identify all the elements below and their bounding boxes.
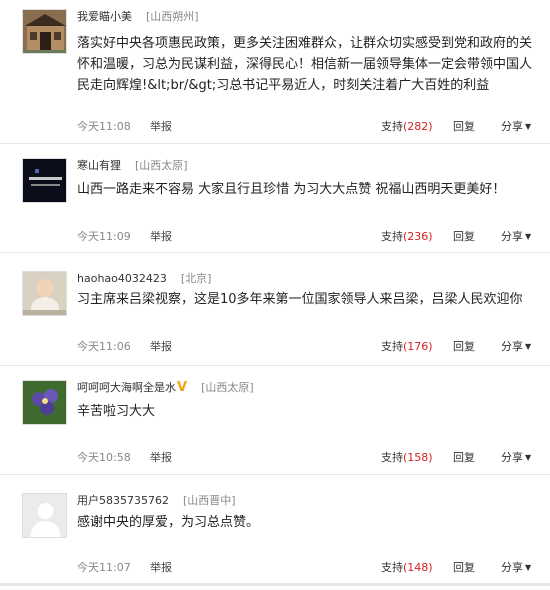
user-location: [山西太原]: [135, 159, 188, 172]
comment-time: 今天11:08: [77, 120, 131, 133]
comment-time: 今天11:09: [77, 230, 131, 243]
support-count: (176): [403, 340, 433, 353]
username-link[interactable]: 用户5835735762: [77, 494, 169, 507]
report-link[interactable]: 举报: [150, 450, 172, 466]
comment-item: haohao4032423 [北京] 习主席来吕梁视察，这是10多年来第一位国家领…: [0, 262, 550, 366]
share-button[interactable]: 分享 ▼: [501, 119, 531, 135]
comment-footer: 今天11:09 举报 支持(236) 回复 分享 ▼: [77, 229, 534, 245]
report-link[interactable]: 举报: [150, 119, 172, 135]
support-count: (236): [403, 230, 433, 243]
user-location: [北京]: [180, 272, 212, 285]
reply-button[interactable]: 回复: [453, 450, 475, 466]
comment-footer: 今天10:58 举报 支持(158) 回复 分享 ▼: [77, 450, 534, 466]
support-count: (158): [403, 451, 433, 464]
share-label: 分享: [501, 561, 523, 574]
support-button[interactable]: 支持(158): [381, 450, 433, 466]
report-link[interactable]: 举报: [150, 339, 172, 355]
chevron-down-icon: ▼: [525, 342, 532, 351]
flower-photo-avatar[interactable]: [22, 380, 67, 425]
house-photo-avatar[interactable]: [22, 9, 67, 54]
comment-header: 寒山有狸 [山西太原]: [77, 159, 188, 173]
comment-footer: 今天11:06 举报 支持(176) 回复 分享 ▼: [77, 339, 534, 355]
report-link[interactable]: 举报: [150, 560, 172, 576]
share-label: 分享: [501, 451, 523, 464]
verified-badge-icon: V: [177, 380, 188, 395]
reply-button[interactable]: 回复: [453, 339, 475, 355]
user-location: [山西朔州]: [146, 10, 199, 23]
comment-footer: 今天11:08 举报 支持(282) 回复 分享 ▼: [77, 119, 534, 135]
share-button[interactable]: 分享 ▼: [501, 560, 531, 576]
comment-footer: 今天11:07 举报 支持(148) 回复 分享 ▼: [77, 560, 534, 576]
reply-button[interactable]: 回复: [453, 119, 475, 135]
comment-item: 寒山有狸 [山西太原] 山西一路走来不容易 大家且行且珍惜 为习大大点赞 祝福山西…: [0, 149, 550, 253]
comment-header: 用户5835735762 [山西晋中]: [77, 494, 236, 508]
comment-time: 今天10:58: [77, 451, 131, 464]
comment-item: 用户5835735762 [山西晋中] 感谢中央的厚爱，为习总点赞。 今天11:0…: [0, 484, 550, 586]
share-label: 分享: [501, 340, 523, 353]
comment-text: 习主席来吕梁视察，这是10多年来第一位国家领导人来吕梁，吕梁人民欢迎你: [77, 292, 523, 307]
username-link[interactable]: 我爱瞄小美: [77, 10, 132, 23]
support-label: 支持: [381, 561, 403, 574]
chevron-down-icon: ▼: [525, 122, 532, 131]
default-user-avatar[interactable]: [22, 493, 67, 538]
share-button[interactable]: 分享 ▼: [501, 229, 531, 245]
report-link[interactable]: 举报: [150, 229, 172, 245]
username-link[interactable]: haohao4032423: [77, 272, 167, 285]
username-link[interactable]: 寒山有狸: [77, 159, 121, 172]
comment-header: 呵呵呵大海啊全是水V [山西太原]: [77, 381, 254, 395]
support-button[interactable]: 支持(236): [381, 229, 433, 245]
comment-text: 辛苦啦习大大: [77, 404, 156, 419]
comment-item: 呵呵呵大海啊全是水V [山西太原] 辛苦啦习大大 今天10:58 举报 支持(15…: [0, 371, 550, 475]
baby-photo-avatar[interactable]: [22, 271, 67, 316]
comment-time: 今天11:06: [77, 340, 131, 353]
comment-text: 感谢中央的厚爱，为习总点赞。: [77, 515, 260, 530]
support-button[interactable]: 支持(176): [381, 339, 433, 355]
comment-time: 今天11:07: [77, 561, 131, 574]
dark-text-avatar[interactable]: [22, 158, 67, 203]
support-label: 支持: [381, 340, 403, 353]
comment-text: 落实好中央各项惠民政策，更多关注困难群众，让群众切实感受到党和政府的关怀和温暖，…: [77, 36, 533, 93]
chevron-down-icon: ▼: [525, 563, 532, 572]
chevron-down-icon: ▼: [525, 453, 532, 462]
support-count: (148): [403, 561, 433, 574]
username-link[interactable]: 呵呵呵大海啊全是水: [77, 381, 176, 394]
share-button[interactable]: 分享 ▼: [501, 339, 531, 355]
reply-button[interactable]: 回复: [453, 229, 475, 245]
comment-text: 山西一路走来不容易 大家且行且珍惜 为习大大点赞 祝福山西明天更美好！: [77, 182, 506, 197]
support-button[interactable]: 支持(282): [381, 119, 433, 135]
comment-header: haohao4032423 [北京]: [77, 272, 211, 286]
support-button[interactable]: 支持(148): [381, 560, 433, 576]
support-label: 支持: [381, 230, 403, 243]
reply-button[interactable]: 回复: [453, 560, 475, 576]
comment-header: 我爱瞄小美 [山西朔州]: [77, 10, 199, 24]
chevron-down-icon: ▼: [525, 232, 532, 241]
share-button[interactable]: 分享 ▼: [501, 450, 531, 466]
share-label: 分享: [501, 230, 523, 243]
support-count: (282): [403, 120, 433, 133]
user-location: [山西太原]: [201, 381, 254, 394]
comment-item: 我爱瞄小美 [山西朔州] 落实好中央各项惠民政策，更多关注困难群众，让群众切实感受…: [0, 0, 550, 144]
user-location: [山西晋中]: [183, 494, 236, 507]
support-label: 支持: [381, 120, 403, 133]
support-label: 支持: [381, 451, 403, 464]
share-label: 分享: [501, 120, 523, 133]
